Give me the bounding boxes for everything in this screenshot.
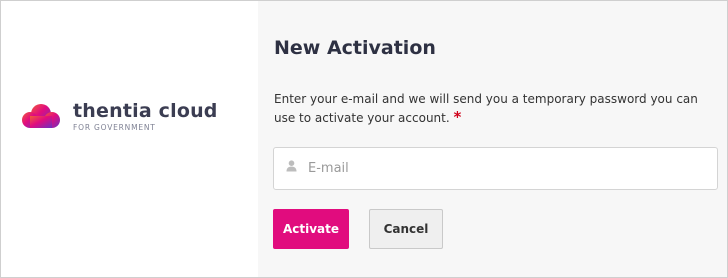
form-panel: New Activation Enter your e-mail and we … <box>258 1 727 277</box>
activation-dialog: thentia cloud FOR GOVERNMENT New Activat… <box>0 0 728 278</box>
instructions-text: Enter your e-mail and we will send you a… <box>274 90 719 127</box>
user-icon <box>286 159 297 177</box>
email-input[interactable] <box>308 148 708 189</box>
email-field[interactable] <box>273 147 718 190</box>
required-asterisk: * <box>453 108 462 126</box>
instructions-label: Enter your e-mail and we will send you a… <box>274 92 698 125</box>
brand-name: thentia cloud <box>73 100 218 122</box>
brand-subtitle: FOR GOVERNMENT <box>73 123 156 132</box>
cloud-icon <box>21 103 61 131</box>
activate-button[interactable]: Activate <box>273 209 349 249</box>
cancel-button[interactable]: Cancel <box>369 209 443 249</box>
brand-panel: thentia cloud FOR GOVERNMENT <box>1 1 258 277</box>
logo: thentia cloud FOR GOVERNMENT <box>21 101 218 132</box>
page-title: New Activation <box>274 37 436 59</box>
